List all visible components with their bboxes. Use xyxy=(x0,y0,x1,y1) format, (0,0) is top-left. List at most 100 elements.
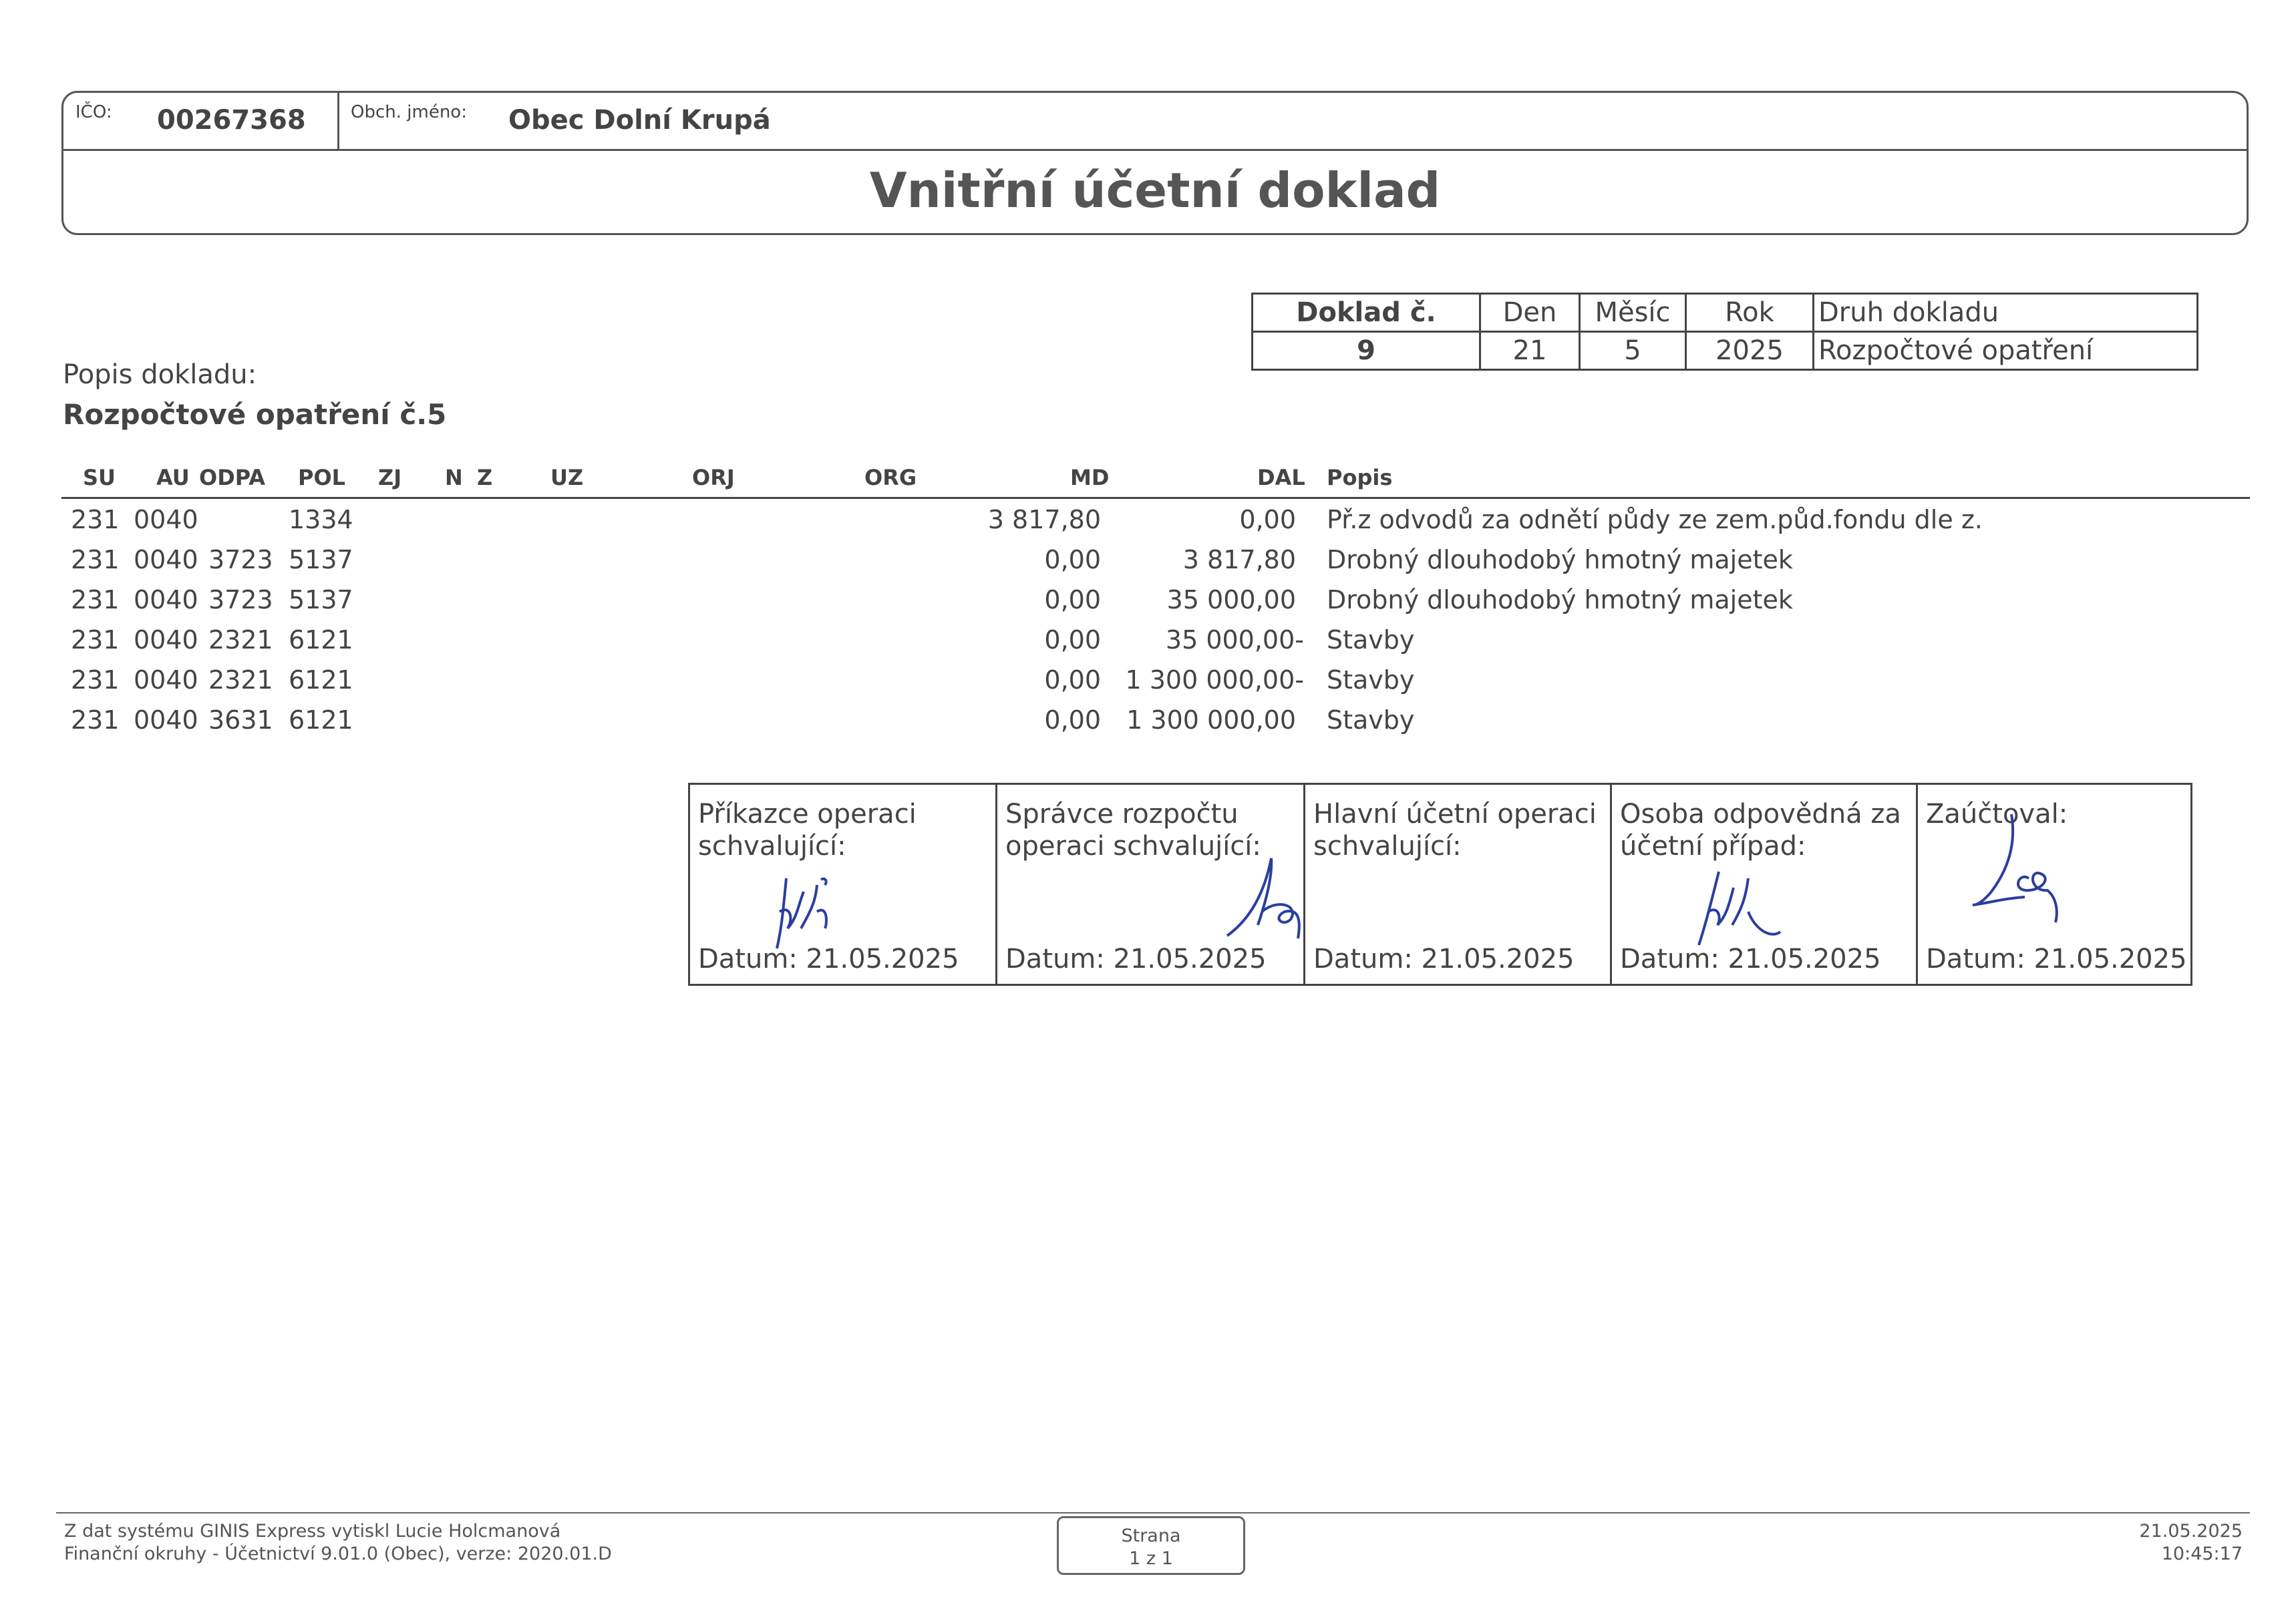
row-md: 0,00 xyxy=(1044,705,1101,735)
footer-system-version: Finanční okruhy - Účetnictví 9.01.0 (Obe… xyxy=(64,1544,612,1564)
handwritten-signature xyxy=(1697,871,1782,946)
col-header-n: N xyxy=(445,465,463,490)
print-time: 10:45:17 xyxy=(2161,1544,2243,1564)
row-md: 0,00 xyxy=(1044,625,1101,655)
row-popis: Drobný dlouhodobý hmotný majetek xyxy=(1327,545,1793,574)
row-au: 0040 xyxy=(134,665,198,695)
footer-right: 21.05.2025 10:45:17 xyxy=(2139,1520,2243,1566)
footer-divider xyxy=(56,1512,2250,1513)
col-header-orj: ORJ xyxy=(692,465,735,490)
row-au: 0040 xyxy=(134,625,198,655)
signature-box-posted-by: Zaúčtoval: Datum: 21.05.2025 xyxy=(1918,785,2194,984)
row-odpa: 3723 xyxy=(208,585,273,614)
row-dal: 35 000,00 xyxy=(1166,585,1296,614)
company-name-label: Obch. jméno: xyxy=(351,102,467,122)
month-value: 5 xyxy=(1579,331,1687,371)
ico-value: 00267368 xyxy=(157,105,306,136)
doklad-number-value: 9 xyxy=(1251,331,1481,371)
row-pol: 6121 xyxy=(289,665,353,695)
day-value: 21 xyxy=(1479,331,1581,371)
description-label: Popis dokladu: xyxy=(63,359,257,390)
row-popis: Př.z odvodů za odnětí půdy ze zem.půd.fo… xyxy=(1327,505,1983,534)
row-popis: Stavby xyxy=(1327,705,1415,735)
document-info-table: Doklad č. Den Měsíc Rok Druh dokladu 9 2… xyxy=(1251,293,2198,371)
day-header: Den xyxy=(1479,293,1581,333)
signature-date: Datum: 21.05.2025 xyxy=(1620,944,1881,974)
col-header-pol: POL xyxy=(298,465,346,490)
signature-box-responsible-person: Osoba odpovědná za účetní případ: Datum: … xyxy=(1612,785,1918,984)
page-label: Strana xyxy=(1121,1526,1181,1546)
row-pol: 1334 xyxy=(289,505,353,534)
row-dal: 1 300 000,00- xyxy=(1125,665,1304,695)
row-pol: 5137 xyxy=(289,545,353,574)
row-md: 0,00 xyxy=(1044,585,1101,614)
row-au: 0040 xyxy=(134,505,198,534)
document-info-header-row: Doklad č. Den Měsíc Rok Druh dokladu xyxy=(1251,293,2198,333)
doklad-number-header: Doklad č. xyxy=(1251,293,1481,333)
row-odpa: 2321 xyxy=(208,665,273,695)
row-popis: Stavby xyxy=(1327,625,1415,655)
footer-left: Z dat systému GINIS Express vytiskl Luci… xyxy=(64,1520,612,1566)
page-number-box: Strana 1 z 1 xyxy=(1057,1516,1245,1575)
col-header-au: AU xyxy=(156,465,190,490)
row-pol: 6121 xyxy=(289,625,353,655)
signature-date: Datum: 21.05.2025 xyxy=(1005,944,1267,974)
signature-box-chief-accountant: Hlavní účetní operaci schvalující: Datum:… xyxy=(1305,785,1612,984)
row-su: 231 xyxy=(71,505,120,534)
col-header-zj: ZJ xyxy=(378,465,402,490)
row-su: 231 xyxy=(71,545,120,574)
signature-date: Datum: 21.05.2025 xyxy=(698,944,959,974)
document-title: Vnitřní účetní doklad xyxy=(869,162,1441,218)
document-info-value-row: 9 21 5 2025 Rozpočtové opatření xyxy=(1251,331,2198,371)
col-header-org: ORG xyxy=(864,465,917,490)
company-name-value: Obec Dolní Krupá xyxy=(508,105,771,136)
row-su: 231 xyxy=(71,705,120,735)
signature-date: Datum: 21.05.2025 xyxy=(1926,944,2187,974)
doc-type-header: Druh dokladu xyxy=(1812,293,2198,333)
footer-printed-by: Z dat systému GINIS Express vytiskl Luci… xyxy=(64,1521,561,1542)
header-separator xyxy=(337,93,339,149)
month-header: Měsíc xyxy=(1579,293,1687,333)
print-date: 21.05.2025 xyxy=(2139,1521,2243,1542)
signature-section: Příkazce operaci schvalující: Datum: 21.0… xyxy=(688,783,2192,986)
row-dal: 35 000,00- xyxy=(1165,625,1304,655)
signature-caption: Příkazce operaci schvalující: xyxy=(698,799,917,862)
page-value: 1 z 1 xyxy=(1129,1548,1173,1569)
row-pol: 5137 xyxy=(289,585,353,614)
document-header: IČO: 00267368 Obch. jméno: Obec Dolní Kr… xyxy=(61,91,2249,235)
row-odpa: 3723 xyxy=(208,545,273,574)
row-su: 231 xyxy=(71,625,120,655)
row-odpa: 3631 xyxy=(208,705,273,735)
col-header-odpa: ODPA xyxy=(199,465,266,490)
row-au: 0040 xyxy=(134,585,198,614)
col-header-popis: Popis xyxy=(1327,465,1393,490)
col-header-uz: UZ xyxy=(550,465,584,490)
row-popis: Drobný dlouhodobý hmotný majetek xyxy=(1327,585,1793,614)
handwritten-signature xyxy=(1972,814,2058,923)
signature-box-approver: Příkazce operaci schvalující: Datum: 21.0… xyxy=(690,785,997,984)
row-dal: 3 817,80 xyxy=(1182,545,1296,574)
signature-date: Datum: 21.05.2025 xyxy=(1313,944,1575,974)
doc-type-value: Rozpočtové opatření xyxy=(1812,331,2198,371)
signature-caption: Správce rozpočtu operaci schvalující: xyxy=(1005,799,1261,862)
description-value: Rozpočtové opatření č.5 xyxy=(63,398,447,431)
col-header-md: MD xyxy=(1070,465,1110,490)
row-pol: 6121 xyxy=(289,705,353,735)
table-header-divider xyxy=(61,497,2250,499)
row-md: 0,00 xyxy=(1044,545,1101,574)
col-header-dal: DAL xyxy=(1257,465,1305,490)
col-header-su: SU xyxy=(83,465,116,490)
row-odpa: 2321 xyxy=(208,625,273,655)
col-header-z: Z xyxy=(477,465,493,490)
year-header: Rok xyxy=(1685,293,1814,333)
ico-label: IČO: xyxy=(75,102,112,122)
row-su: 231 xyxy=(71,585,120,614)
signature-box-budget-manager: Správce rozpočtu operaci schvalující: Dat… xyxy=(997,785,1305,984)
row-au: 0040 xyxy=(134,545,198,574)
row-md: 3 817,80 xyxy=(987,505,1101,534)
row-dal: 0,00 xyxy=(1239,505,1296,534)
handwritten-signature xyxy=(776,877,828,949)
row-su: 231 xyxy=(71,665,120,695)
row-dal: 1 300 000,00 xyxy=(1126,705,1296,735)
row-au: 0040 xyxy=(134,705,198,735)
